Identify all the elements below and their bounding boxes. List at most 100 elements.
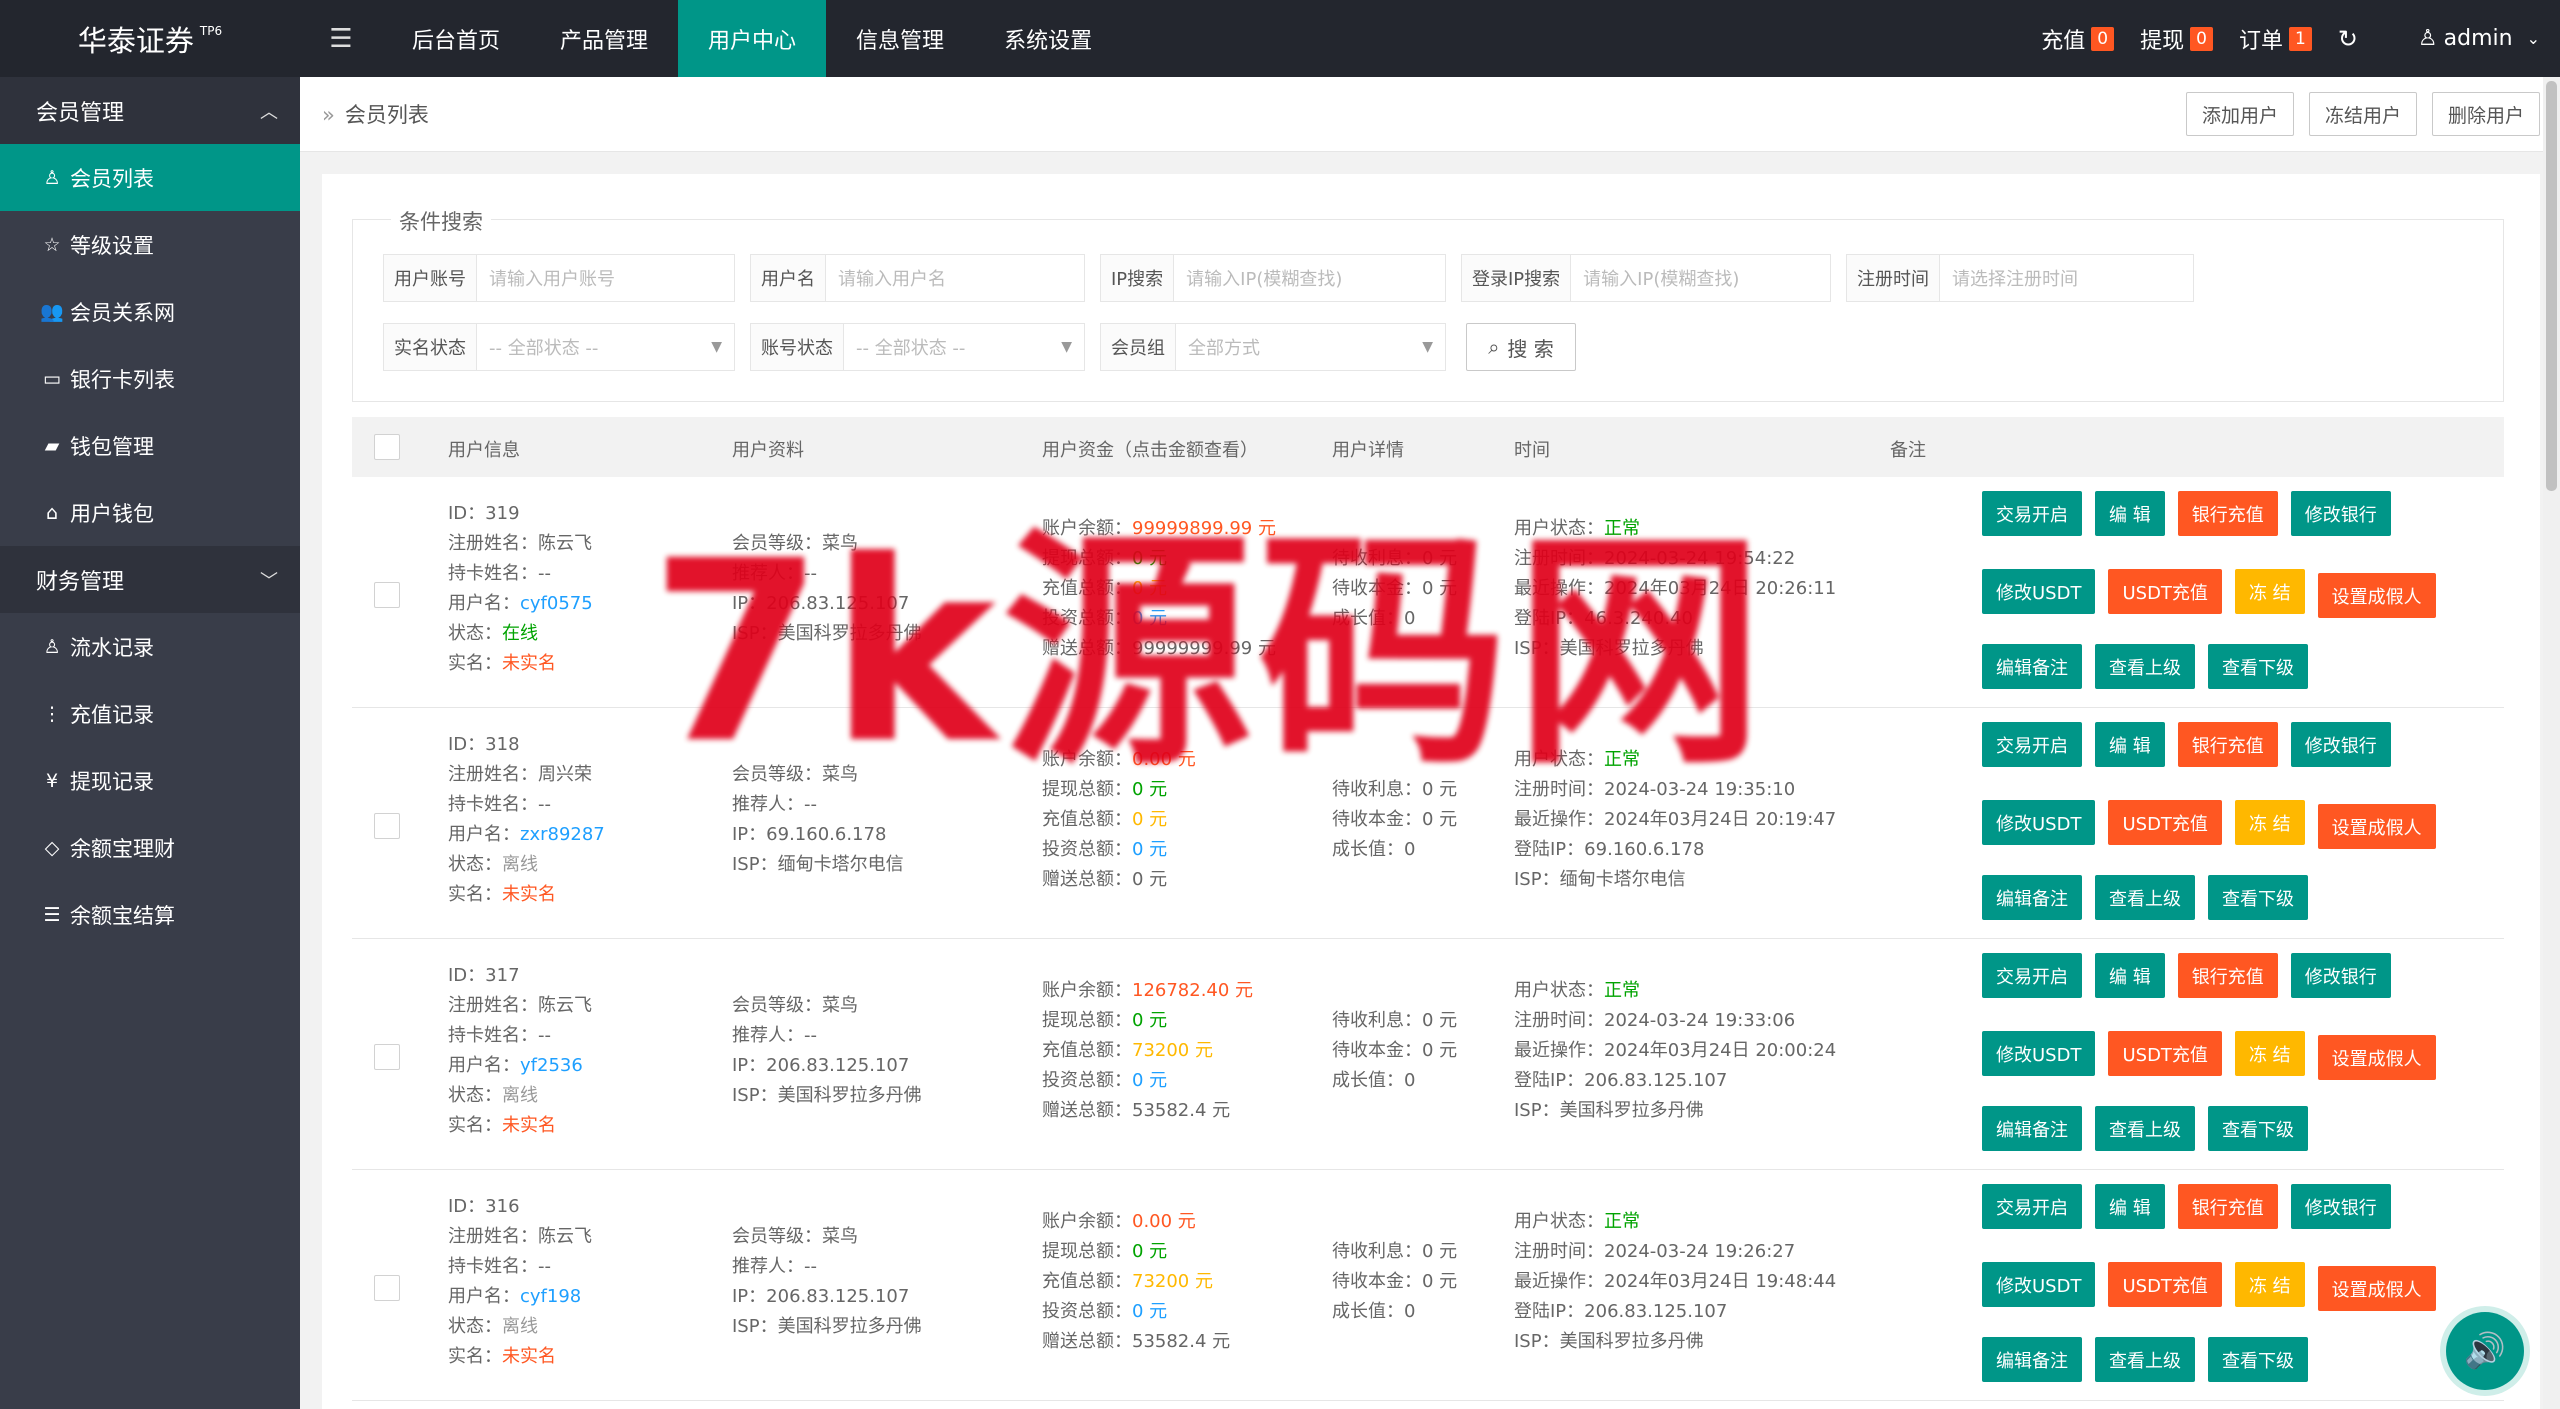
ip-input[interactable]: 请输入IP(模糊查找) [1174,255,1445,301]
edit-bank-button[interactable]: 修改银行 [2290,491,2391,536]
withdraw-value[interactable]: 0 元 [1132,1010,1167,1031]
member-group-dropdown[interactable]: 全部方式 ▼ [1176,324,1445,370]
sidebar-item[interactable]: ☰ 余额宝结算 [0,881,300,948]
nav-user-center[interactable]: 用户中心 [678,0,827,77]
account-status-dropdown[interactable]: -- 全部状态 -- ▼ [844,324,1084,370]
edit-bank-button[interactable]: 修改银行 [2290,722,2391,767]
invest-value[interactable]: 0 元 [1132,1070,1167,1091]
set-fake-user-button[interactable]: 设置成假人 [2317,573,2436,618]
freeze-button[interactable]: 冻 结 [2234,1262,2305,1307]
sidebar-item[interactable]: ▭ 银行卡列表 [0,345,300,412]
edit-usdt-button[interactable]: 修改USDT [1982,569,2096,614]
sidebar-item[interactable]: ♙ 会员列表 [0,144,300,211]
account-input[interactable]: 请输入用户账号 [477,255,734,301]
bank-recharge-button[interactable]: 银行充值 [2177,1184,2278,1229]
edit-remark-button[interactable]: 编辑备注 [1982,644,2082,689]
edit-button[interactable]: 编 辑 [2095,953,2165,998]
username-input[interactable]: 请输入用户名 [826,255,1084,301]
sidebar-item[interactable]: ◇ 余额宝理财 [0,814,300,881]
login-ip-input[interactable]: 请输入IP(模糊查找) [1571,255,1830,301]
nav-products[interactable]: 产品管理 [530,0,678,77]
view-superior-button[interactable]: 查看上级 [2095,1106,2195,1151]
view-subordinate-button[interactable]: 查看下级 [2208,644,2308,689]
row-checkbox[interactable] [374,582,400,608]
enable-trade-button[interactable]: 交易开启 [1982,491,2082,536]
select-all-checkbox[interactable] [374,434,400,460]
hamburger-icon[interactable]: ☰ [300,0,382,77]
edit-button[interactable]: 编 辑 [2095,1184,2165,1229]
edit-remark-button[interactable]: 编辑备注 [1982,1337,2082,1382]
view-subordinate-button[interactable]: 查看下级 [2208,875,2308,920]
edit-bank-button[interactable]: 修改银行 [2290,953,2391,998]
view-superior-button[interactable]: 查看上级 [2095,875,2195,920]
sidebar-item[interactable]: ☆ 等级设置 [0,211,300,278]
edit-usdt-button[interactable]: 修改USDT [1982,800,2096,845]
balance-value[interactable]: 126782.40 元 [1132,980,1253,1001]
recharge-stat[interactable]: 充值 0 [2041,23,2115,55]
view-subordinate-button[interactable]: 查看下级 [2208,1337,2308,1382]
scrollbar[interactable] [2543,77,2560,1409]
bank-recharge-button[interactable]: 银行充值 [2177,953,2278,998]
invest-value[interactable]: 0 元 [1132,839,1167,860]
row-checkbox[interactable] [374,1044,400,1070]
freeze-button[interactable]: 冻 结 [2234,800,2305,845]
user-menu[interactable]: ♙ admin ⌄ [2418,26,2540,51]
bank-recharge-button[interactable]: 银行充值 [2177,722,2278,767]
freeze-button[interactable]: 冻 结 [2234,1031,2305,1076]
freeze-user-button[interactable]: 冻结用户 [2308,92,2417,136]
recharge-value[interactable]: 73200 元 [1132,1040,1213,1061]
edit-button[interactable]: 编 辑 [2095,491,2165,536]
bank-recharge-button[interactable]: 银行充值 [2177,491,2278,536]
usdt-recharge-button[interactable]: USDT充值 [2108,1262,2222,1307]
usdt-recharge-button[interactable]: USDT充值 [2108,569,2222,614]
freeze-button[interactable]: 冻 结 [2234,569,2305,614]
set-fake-user-button[interactable]: 设置成假人 [2317,804,2436,849]
sidebar-item[interactable]: ⋮ 充值记录 [0,680,300,747]
edit-remark-button[interactable]: 编辑备注 [1982,1106,2082,1151]
register-time-input[interactable]: 请选择注册时间 [1940,255,2193,301]
recharge-value[interactable]: 73200 元 [1132,1271,1213,1292]
nav-info[interactable]: 信息管理 [826,0,974,77]
invest-value[interactable]: 0 元 [1132,1301,1167,1322]
set-fake-user-button[interactable]: 设置成假人 [2317,1035,2436,1080]
enable-trade-button[interactable]: 交易开启 [1982,722,2082,767]
scrollbar-thumb[interactable] [2546,81,2557,491]
withdraw-stat[interactable]: 提现 0 [2140,23,2213,55]
withdraw-value[interactable]: 0 元 [1132,1241,1167,1262]
edit-usdt-button[interactable]: 修改USDT [1982,1262,2096,1307]
usdt-recharge-button[interactable]: USDT充值 [2108,1031,2222,1076]
set-fake-user-button[interactable]: 设置成假人 [2317,1266,2436,1311]
enable-trade-button[interactable]: 交易开启 [1982,1184,2082,1229]
row-checkbox[interactable] [374,813,400,839]
enable-trade-button[interactable]: 交易开启 [1982,953,2082,998]
sidebar-item[interactable]: ▰ 钱包管理 [0,412,300,479]
edit-usdt-button[interactable]: 修改USDT [1982,1031,2096,1076]
recharge-value[interactable]: 0 元 [1132,809,1167,830]
view-superior-button[interactable]: 查看上级 [2095,1337,2195,1382]
sidebar-group-members[interactable]: 会员管理 ︿ [0,77,300,144]
username-link[interactable]: cyf0575 [520,593,593,614]
sidebar-item[interactable]: ⌂ 用户钱包 [0,479,300,546]
row-checkbox[interactable] [374,1275,400,1301]
usdt-recharge-button[interactable]: USDT充值 [2108,800,2222,845]
nav-settings[interactable]: 系统设置 [974,0,1122,77]
edit-button[interactable]: 编 辑 [2095,722,2165,767]
sidebar-item[interactable]: 👥 会员关系网 [0,278,300,345]
username-link[interactable]: zxr89287 [520,824,605,845]
balance-value[interactable]: 0.00 元 [1132,1211,1196,1232]
search-button[interactable]: ⌕ 搜 索 [1466,323,1576,371]
edit-bank-button[interactable]: 修改银行 [2290,1184,2391,1229]
username-link[interactable]: cyf198 [520,1286,581,1307]
refresh-icon[interactable]: ↻ [2338,25,2358,53]
edit-remark-button[interactable]: 编辑备注 [1982,875,2082,920]
realname-status-dropdown[interactable]: -- 全部状态 -- ▼ [477,324,734,370]
add-user-button[interactable]: 添加用户 [2185,92,2294,136]
username-link[interactable]: yf2536 [520,1055,583,1076]
delete-user-button[interactable]: 删除用户 [2431,92,2540,136]
sidebar-group-finance[interactable]: 财务管理 ﹀ [0,546,300,613]
app-logo[interactable]: 华泰证券 TP6 [0,0,300,77]
sidebar-item[interactable]: ♙ 流水记录 [0,613,300,680]
order-stat[interactable]: 订单 1 [2239,23,2312,55]
sidebar-item[interactable]: ¥ 提现记录 [0,747,300,814]
view-subordinate-button[interactable]: 查看下级 [2208,1106,2308,1151]
